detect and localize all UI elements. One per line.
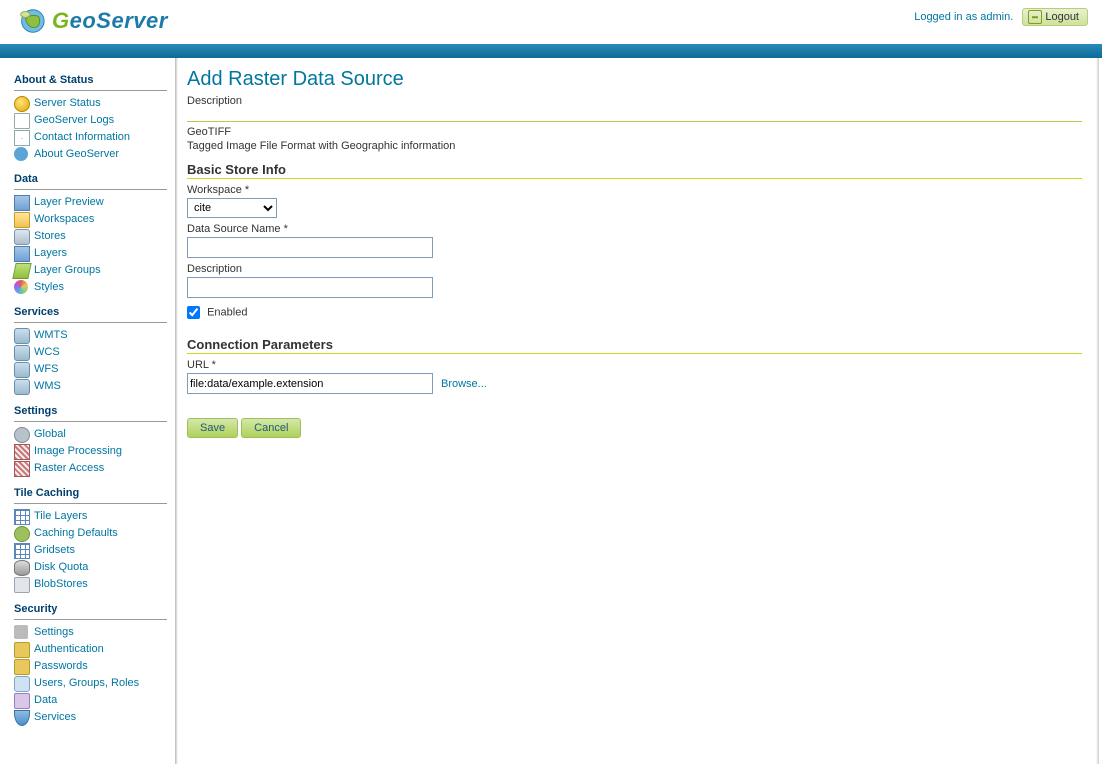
cachingdefaults-icon (14, 526, 30, 542)
workspace-label: Workspace * (187, 184, 1082, 196)
basic-store-info-heading: Basic Store Info (187, 162, 1082, 179)
sidebar-heading-data: Data (14, 173, 167, 190)
sidebar-item-server-status[interactable]: Server Status (34, 97, 101, 109)
connection-parameters-heading: Connection Parameters (187, 337, 1082, 354)
sidebar-item-caching-defaults[interactable]: Caching Defaults (34, 527, 118, 539)
sidebar-heading-settings: Settings (14, 405, 167, 422)
sidebar-item-workspaces[interactable]: Workspaces (34, 213, 94, 225)
layerpreview-icon (14, 195, 30, 211)
sidebar-item-sec-services[interactable]: Services (34, 711, 76, 723)
sidebar-heading-security: Security (14, 603, 167, 620)
sidebar-item-tile-layers[interactable]: Tile Layers (34, 510, 87, 522)
sidebar-heading-tilecaching: Tile Caching (14, 487, 167, 504)
stores-icon (14, 229, 30, 245)
logged-in-text: Logged in as admin. (914, 11, 1013, 23)
brand-text: GeoServer (52, 8, 168, 34)
logout-button[interactable]: Logout (1022, 8, 1088, 26)
enabled-label[interactable]: Enabled (207, 306, 247, 318)
format-description: Tagged Image File Format with Geographic… (187, 140, 1082, 152)
folder-icon (14, 212, 30, 228)
sidebar-item-stores[interactable]: Stores (34, 230, 66, 242)
divider (187, 121, 1082, 122)
header-bar (0, 44, 1102, 58)
mail-icon (14, 130, 30, 146)
datasource-name-input[interactable] (187, 237, 433, 258)
auth-area: Logged in as admin. Logout (914, 8, 1088, 26)
key-icon (14, 659, 30, 675)
sidebar-item-geoserver-logs[interactable]: GeoServer Logs (34, 114, 114, 126)
sidebar-item-wcs[interactable]: WCS (34, 346, 60, 358)
sidebar-item-global[interactable]: Global (34, 428, 66, 440)
sidebar-item-wmts[interactable]: WMTS (34, 329, 68, 341)
sidebar-item-layers[interactable]: Layers (34, 247, 67, 259)
sidebar-item-styles[interactable]: Styles (34, 281, 64, 293)
wcs-icon (14, 345, 30, 361)
gridsets-icon (14, 543, 30, 559)
page-title: Add Raster Data Source (187, 68, 1082, 91)
sidebar-item-wfs[interactable]: WFS (34, 363, 58, 375)
browse-link[interactable]: Browse... (441, 378, 487, 390)
url-input[interactable] (187, 373, 433, 394)
layergroups-icon (12, 263, 31, 279)
sidebar-item-layer-groups[interactable]: Layer Groups (34, 264, 101, 276)
sidebar-item-contact-information[interactable]: Contact Information (34, 131, 130, 143)
layers-icon (14, 246, 30, 262)
description-input[interactable] (187, 277, 433, 298)
sidebar-item-wms[interactable]: WMS (34, 380, 61, 392)
sidebar-item-authentication[interactable]: Authentication (34, 643, 104, 655)
sidebar-item-sec-settings[interactable]: Settings (34, 626, 74, 638)
tilelayers-icon (14, 509, 30, 525)
datasec-icon (14, 693, 30, 709)
workspace-select[interactable]: cite (187, 198, 277, 218)
wms-icon (14, 379, 30, 395)
sidebar-item-gridsets[interactable]: Gridsets (34, 544, 75, 556)
main-panel: Add Raster Data Source Description GeoTI… (175, 58, 1102, 764)
sidebar-item-passwords[interactable]: Passwords (34, 660, 88, 672)
blobstores-icon (14, 577, 30, 593)
format-name: GeoTIFF (187, 126, 1082, 138)
url-label: URL * (187, 359, 1082, 371)
raster-icon (14, 461, 30, 477)
wrench-icon (14, 625, 28, 639)
users-icon (14, 676, 30, 692)
wmts-icon (14, 328, 30, 344)
enabled-checkbox[interactable] (187, 306, 200, 319)
header: GeoServer Logged in as admin. Logout (0, 0, 1102, 44)
page-subtitle: Description (187, 95, 1082, 107)
info-icon (14, 147, 28, 161)
palette-icon (14, 280, 28, 294)
save-button[interactable]: Save (187, 418, 238, 438)
cancel-button[interactable]: Cancel (241, 418, 301, 438)
disk-icon (14, 560, 30, 576)
doc-icon (14, 113, 30, 129)
bulb-icon (14, 96, 30, 112)
sidebar-item-layer-preview[interactable]: Layer Preview (34, 196, 104, 208)
image-proc-icon (14, 444, 30, 460)
sidebar-item-users-groups-roles[interactable]: Users, Groups, Roles (34, 677, 139, 689)
sidebar: About & Status Server Status GeoServer L… (0, 58, 175, 764)
sidebar-item-blobstores[interactable]: BlobStores (34, 578, 88, 590)
sidebar-item-about-geoserver[interactable]: About GeoServer (34, 148, 119, 160)
sidebar-item-image-processing[interactable]: Image Processing (34, 445, 122, 457)
sidebar-item-disk-quota[interactable]: Disk Quota (34, 561, 88, 573)
sidebar-heading-about: About & Status (14, 74, 167, 91)
gear-icon (14, 427, 30, 443)
globe-icon (16, 6, 46, 36)
sidebar-item-sec-data[interactable]: Data (34, 694, 57, 706)
shield-icon (14, 710, 30, 726)
lock-icon (14, 642, 30, 658)
description-label: Description (187, 263, 1082, 275)
sidebar-item-raster-access[interactable]: Raster Access (34, 462, 104, 474)
datasource-name-label: Data Source Name * (187, 223, 1082, 235)
wfs-icon (14, 362, 30, 378)
sidebar-heading-services: Services (14, 306, 167, 323)
